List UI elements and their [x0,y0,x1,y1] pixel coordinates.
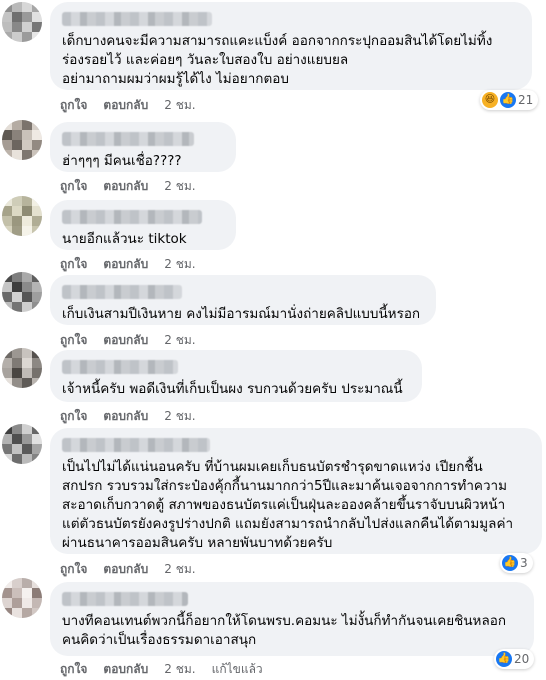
comment-text: ฮ่าๆๆๆ มีคนเชื่อ???? [62,153,182,169]
comment-text: เด็กบางคนจะมีความสามารถแคะแบ็งค์ ออกจากก… [62,33,493,87]
comment-text: เจ้าหนี้ครับ พอดีเงินที่เก็บเป็นผง รบกวน… [62,381,403,397]
reaction-summary[interactable]: 👍 20 [494,649,535,669]
comment-bubble: เด็กบางคนจะมีความสามารถแคะแบ็งค์ ออกจากก… [50,2,532,90]
comment-bubble: เก็บเงินสามปีเงินหาย คงไม่มีอารมณ์มานั่ง… [50,275,436,325]
commenter-name-blurred[interactable] [62,132,194,146]
reply-button[interactable]: ตอบกลับ [103,331,148,350]
like-button[interactable]: ถูกใจ [60,407,87,426]
avatar[interactable] [2,120,42,160]
commenter-name-blurred[interactable] [62,592,188,606]
timestamp[interactable]: 2 ชม. [164,660,195,679]
comment-bubble: นายอีกแล้วนะ tiktok [50,200,236,250]
avatar[interactable] [2,424,42,464]
avatar[interactable] [2,2,42,42]
avatar[interactable] [2,578,42,618]
reaction-summary[interactable]: 😆 👍 21 [480,90,539,110]
reaction-count: 3 [520,556,528,570]
reaction-summary[interactable]: 👍 3 [500,553,533,573]
commenter-name-blurred[interactable] [62,210,202,224]
timestamp[interactable]: 2 ชม. [164,407,195,426]
comment-text: เป็นไปไม่ได้แน่นอนครับ ที่บ้านผมเคยเก็บธ… [62,459,514,551]
comment-text: บางทีคอนเทนต์พวกนี้ก็อยากให้โดนพรบ.คอมนะ… [62,613,507,648]
reply-button[interactable]: ตอบกลับ [103,96,148,115]
avatar[interactable] [2,196,42,236]
reply-button[interactable]: ตอบกลับ [103,660,148,679]
like-button[interactable]: ถูกใจ [60,331,87,350]
comment-bubble: ฮ่าๆๆๆ มีคนเชื่อ???? [50,122,236,172]
commenter-name-blurred[interactable] [62,12,212,26]
reaction-count: 20 [514,652,530,666]
comment-bubble: บางทีคอนเทนต์พวกนี้ก็อยากให้โดนพรบ.คอมนะ… [50,582,534,656]
timestamp[interactable]: 2 ชม. [164,560,195,579]
timestamp[interactable]: 2 ชม. [164,255,195,274]
reply-button[interactable]: ตอบกลับ [103,560,148,579]
like-button[interactable]: ถูกใจ [60,660,87,679]
reply-button[interactable]: ตอบกลับ [103,407,148,426]
commenter-name-blurred[interactable] [62,360,178,374]
comment-bubble: เจ้าหนี้ครับ พอดีเงินที่เก็บเป็นผง รบกวน… [50,350,422,402]
like-button[interactable]: ถูกใจ [60,177,87,196]
haha-icon: 😆 [482,92,498,108]
like-button[interactable]: ถูกใจ [60,96,87,115]
avatar[interactable] [2,272,42,312]
commenter-name-blurred[interactable] [62,438,210,452]
reaction-count: 21 [518,93,534,107]
like-button[interactable]: ถูกใจ [60,255,87,274]
avatar[interactable] [2,348,42,388]
like-icon: 👍 [496,651,512,667]
like-icon: 👍 [500,92,516,108]
comment-bubble: เป็นไปไม่ได้แน่นอนครับ ที่บ้านผมเคยเก็บธ… [50,428,542,554]
timestamp[interactable]: 2 ชม. [164,96,195,115]
like-button[interactable]: ถูกใจ [60,560,87,579]
reply-button[interactable]: ตอบกลับ [103,177,148,196]
commenter-name-blurred[interactable] [62,285,182,299]
reply-button[interactable]: ตอบกลับ [103,255,148,274]
comment-text: เก็บเงินสามปีเงินหาย คงไม่มีอารมณ์มานั่ง… [62,306,421,322]
comment-text: นายอีกแล้วนะ tiktok [62,231,187,247]
like-icon: 👍 [502,555,518,571]
timestamp[interactable]: 2 ชม. [164,177,195,196]
edited-label[interactable]: แก้ไขแล้ว [212,660,263,679]
timestamp[interactable]: 2 ชม. [164,331,195,350]
